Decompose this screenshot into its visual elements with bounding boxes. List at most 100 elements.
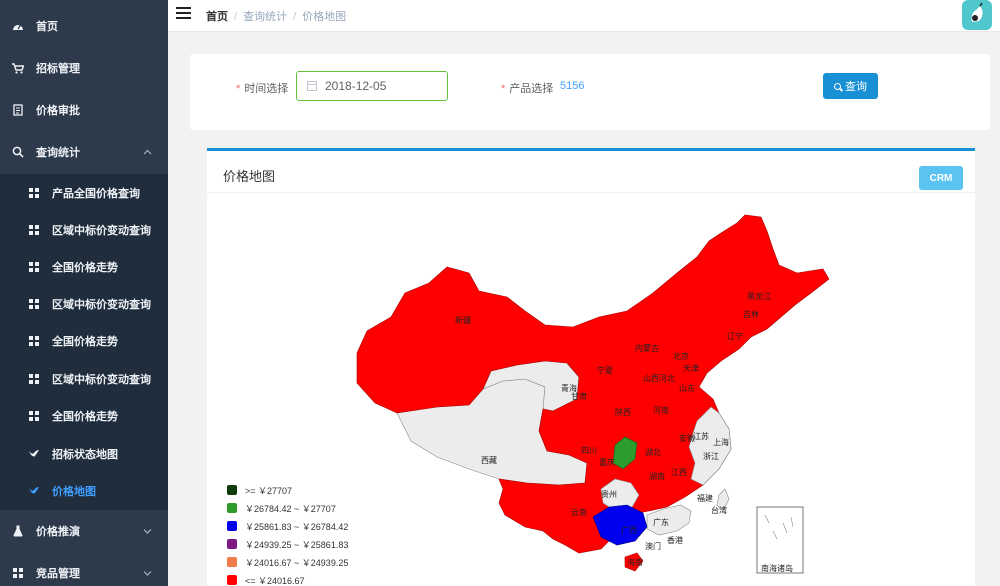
label-guangxi: 广西 <box>621 525 637 535</box>
label-henan: 河南 <box>653 405 669 415</box>
map-legend: >= ￥27707 ￥26784.42 ~ ￥27707 ￥25861.83 ~… <box>227 481 348 586</box>
label-gansu: 甘肃 <box>571 391 587 401</box>
sidebar-subitem[interactable]: 区域中标价变动查询 <box>0 285 168 322</box>
label-shanxi: 山西 <box>643 373 659 383</box>
label-hebei: 河北 <box>659 373 675 383</box>
breadcrumb-current: 价格地图 <box>302 11 347 23</box>
sidebar-item-tender[interactable]: 招标管理 <box>0 50 168 86</box>
label-jiangsu: 江苏 <box>693 431 709 441</box>
sidebar-item-approval[interactable]: 价格审批 <box>0 92 168 128</box>
sidebar-item-price-deduction[interactable]: 价格推演 <box>0 512 168 550</box>
sidebar-item-label: 首页 <box>36 21 58 33</box>
label-chongqing: 重庆 <box>599 457 615 467</box>
region-mainland-red[interactable] <box>356 214 830 554</box>
sidebar-subitem-label: 区域中标价变动查询 <box>52 298 151 311</box>
label-sichuan: 四川 <box>581 446 597 455</box>
sidebar-subitem-label: 全国价格走势 <box>52 261 118 274</box>
label-tianjin: 天津 <box>683 363 699 373</box>
product-label: * 产品选择 <box>501 83 554 95</box>
label-yunnan: 云南 <box>571 507 587 517</box>
grid-icon <box>28 298 40 310</box>
label-shandong: 山东 <box>679 383 695 393</box>
label-jilin: 吉林 <box>743 309 759 319</box>
legend-swatch <box>227 539 237 549</box>
card-header: 价格地图 CRM <box>207 151 975 193</box>
grid-icon <box>28 335 40 347</box>
legend-swatch <box>227 557 237 567</box>
document-icon <box>12 104 24 116</box>
label-hongkong: 香港 <box>667 535 683 545</box>
query-button[interactable]: 查询 <box>823 73 878 99</box>
sidebar-subitem-price-map[interactable]: 价格地图 <box>0 472 168 509</box>
legend-swatch <box>227 485 237 495</box>
sidebar-subitem-label: 区域中标价变动查询 <box>52 224 151 237</box>
crm-button[interactable]: CRM <box>919 166 963 190</box>
label-guangdong: 广东 <box>653 517 669 527</box>
sidebar-subitem[interactable]: 全国价格走势 <box>0 397 168 434</box>
label-hunan: 湖南 <box>649 471 665 481</box>
legend-swatch <box>227 503 237 513</box>
top-navbar: 首页 / 查询统计 / 价格地图 <box>168 0 1000 32</box>
label-zhejiang: 浙江 <box>703 451 719 461</box>
sidebar-subitem-tender-map[interactable]: 招标状态地图 <box>0 435 168 472</box>
calendar-icon <box>307 81 317 91</box>
sidebar-item-label: 招标管理 <box>36 63 80 75</box>
label-beijing: 北京 <box>673 351 689 361</box>
legend-item[interactable]: >= ￥27707 <box>227 481 348 499</box>
price-map-card: 价格地图 CRM 新疆 西藏 青海 甘肃 内蒙古 黑龙江 吉林 辽宁 北京 天津… <box>207 148 975 586</box>
label-shanghai: 上海 <box>713 437 729 447</box>
sidebar-subitem[interactable]: 区域中标价变动查询 <box>0 360 168 397</box>
sidebar-subitem-label: 价格地图 <box>52 485 96 498</box>
sidebar-subitem[interactable]: 全国价格走势 <box>0 322 168 359</box>
product-select[interactable]: 5156 <box>560 80 584 92</box>
cart-icon <box>12 62 24 74</box>
sidebar-item-label: 竞品管理 <box>36 568 80 580</box>
legend-swatch <box>227 575 237 585</box>
date-picker[interactable]: 2018-12-05 <box>296 71 448 101</box>
label-fujian: 福建 <box>697 493 713 503</box>
label-taiwan: 台湾 <box>711 505 727 515</box>
sidebar-item-query-stats[interactable]: 查询统计 <box>0 134 168 170</box>
bird-icon <box>28 485 40 497</box>
sidebar-subitem[interactable]: 全国价格走势 <box>0 248 168 285</box>
sidebar-subitem[interactable]: 区域中标价变动查询 <box>0 211 168 248</box>
sidebar-subitem-label: 区域中标价变动查询 <box>52 373 151 386</box>
breadcrumb-section[interactable]: 查询统计 <box>243 11 287 23</box>
chevron-up-icon <box>143 147 152 157</box>
sidebar-item-label: 价格推演 <box>36 526 80 538</box>
label-ningxia: 宁夏 <box>597 365 613 375</box>
legend-item[interactable]: ￥24939.25 ~ ￥25861.83 <box>227 535 348 553</box>
sidebar-item-label: 查询统计 <box>36 147 80 159</box>
label-heilongjiang: 黑龙江 <box>747 291 771 301</box>
chevron-down-icon <box>143 568 152 578</box>
grid-icon <box>12 567 24 579</box>
sidebar-subitem-label: 全国价格走势 <box>52 410 118 423</box>
label-jiangxi: 江西 <box>671 468 687 477</box>
sidebar-subitem-label: 产品全国价格查询 <box>52 187 140 200</box>
label-macau: 澳门 <box>645 541 661 551</box>
sidebar-subitem-label: 全国价格走势 <box>52 335 118 348</box>
avatar[interactable] <box>962 0 992 30</box>
grid-icon <box>28 373 40 385</box>
breadcrumb: 首页 / 查询统计 / 价格地图 <box>206 11 347 23</box>
date-label: * 时间选择 <box>236 83 289 95</box>
grid-icon <box>28 187 40 199</box>
label-shaanxi: 陕西 <box>615 407 631 417</box>
legend-item[interactable]: ￥24016.67 ~ ￥24939.25 <box>227 553 348 571</box>
legend-item[interactable]: ￥25861.83 ~ ￥26784.42 <box>227 517 348 535</box>
legend-swatch <box>227 521 237 531</box>
sidebar-item-competitors[interactable]: 竞品管理 <box>0 554 168 586</box>
card-title: 价格地图 <box>223 169 276 184</box>
legend-item[interactable]: ￥26784.42 ~ ￥27707 <box>227 499 348 517</box>
chevron-down-icon <box>143 526 152 536</box>
sidebar-item-home[interactable]: 首页 <box>0 8 168 44</box>
grid-icon <box>28 261 40 273</box>
query-form: * 时间选择 2018-12-05 * 产品选择 5156 查询 <box>190 54 990 130</box>
hamburger-icon[interactable] <box>176 7 191 19</box>
sidebar-subitem[interactable]: 产品全国价格查询 <box>0 174 168 211</box>
label-xinjiang: 新疆 <box>455 315 471 325</box>
search-icon <box>12 146 24 158</box>
breadcrumb-home[interactable]: 首页 <box>206 11 228 23</box>
date-value: 2018-12-05 <box>325 79 387 93</box>
legend-item[interactable]: <= ￥24016.67 <box>227 571 348 586</box>
